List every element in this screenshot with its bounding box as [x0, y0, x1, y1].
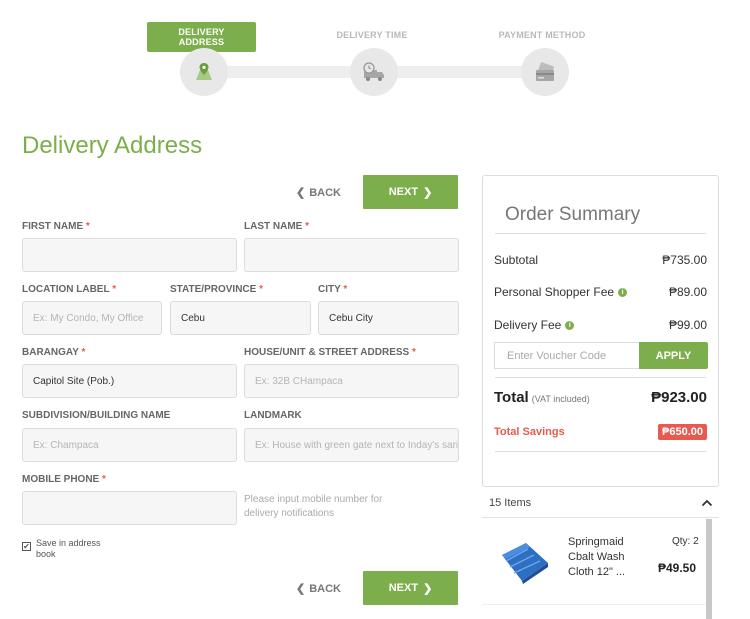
voucher-code-input[interactable]: Enter Voucher Code — [494, 342, 639, 369]
save-address-checkbox[interactable]: ✔ — [22, 542, 31, 551]
city-label: CITY * — [318, 284, 348, 295]
step-payment-method[interactable] — [521, 48, 569, 96]
item-price: ₱49.50 — [658, 561, 697, 575]
next-button-top[interactable]: NEXT ❯ — [363, 175, 458, 209]
save-address-checkbox-row[interactable]: ✔ Save in address book — [22, 538, 116, 560]
shopper-fee-value: ₱89.00 — [668, 285, 707, 299]
list-item[interactable]: Springmaid Cbalt Wash Cloth 12" ... Qty:… — [482, 519, 706, 605]
divider — [495, 451, 706, 452]
house-street-input[interactable]: Ex: 32B CHampaca — [244, 364, 459, 398]
savings-badge: ₱650.00 — [658, 424, 707, 440]
map-pin-icon — [196, 63, 212, 80]
checkout-stepper: DELIVERY ADDRESS DELIVERY TIME PAYMENT M… — [0, 0, 750, 110]
total-row: Total (VAT included) ₱923.00 — [494, 389, 707, 406]
location-label-label: LOCATION LABEL * — [22, 284, 117, 295]
mobile-phone-hint: Please input mobile number for delivery … — [244, 494, 383, 519]
item-name: Springmaid Cbalt Wash Cloth 12" ... — [568, 536, 626, 578]
credit-card-icon — [536, 62, 555, 81]
order-summary-panel: Order Summary Subtotal ₱735.00 Personal … — [482, 175, 719, 487]
product-thumbnail — [502, 543, 548, 584]
divider — [495, 233, 706, 234]
items-count: 15 Items — [489, 496, 532, 509]
delivery-fee-value: ₱99.00 — [668, 318, 707, 332]
total-label: Total — [494, 389, 529, 406]
subtotal-row: Subtotal ₱735.00 — [494, 253, 707, 267]
total-value: ₱923.00 — [651, 389, 707, 406]
landmark-label: LANDMARK — [244, 410, 302, 421]
order-summary-title: Order Summary — [505, 204, 641, 225]
delivery-fee-row: Delivery Fee i ₱99.00 — [494, 318, 707, 332]
chevron-right-icon: ❯ — [423, 582, 433, 595]
landmark-input[interactable]: Ex: House with green gate next to Inday'… — [244, 428, 459, 462]
savings-label: Total Savings — [494, 426, 565, 438]
delivery-truck-clock-icon — [363, 62, 384, 81]
chevron-up-icon — [701, 499, 713, 506]
info-icon[interactable]: i — [565, 321, 575, 331]
items-toggle[interactable]: 15 Items — [482, 488, 719, 518]
back-button-bottom[interactable]: ❮ BACK — [296, 582, 341, 596]
city-select[interactable]: Cebu City — [318, 301, 459, 335]
state-province-select[interactable]: Cebu — [170, 301, 311, 335]
info-icon[interactable]: i — [618, 288, 628, 298]
delivery-fee-label: Delivery Fee — [494, 318, 562, 332]
vat-note: (VAT included) — [531, 394, 590, 404]
divider — [495, 377, 706, 378]
next-button-label: NEXT — [388, 186, 419, 198]
step-delivery-time-label: DELIVERY TIME — [336, 30, 408, 40]
mobile-phone-input[interactable] — [22, 491, 237, 525]
page-title: Delivery Address — [22, 132, 203, 159]
house-street-label: HOUSE/UNIT & STREET ADDRESS * — [244, 347, 416, 358]
last-name-input[interactable] — [244, 238, 459, 272]
shopper-fee-label: Personal Shopper Fee — [494, 285, 615, 299]
barangay-select[interactable]: Capitol Site (Pob.) — [22, 364, 237, 398]
items-scrollbar[interactable] — [706, 519, 712, 619]
last-name-label: LAST NAME * — [244, 221, 310, 232]
shopper-fee-row: Personal Shopper Fee i ₱89.00 — [494, 285, 707, 299]
back-button-label: BACK — [309, 582, 341, 595]
apply-voucher-button[interactable]: APPLY — [639, 342, 708, 369]
barangay-label: BARANGAY * — [22, 347, 86, 358]
step-delivery-time[interactable] — [350, 48, 398, 96]
subdivision-input[interactable]: Ex: Champaca — [22, 428, 237, 462]
step-delivery-address[interactable] — [180, 48, 228, 96]
chevron-right-icon: ❯ — [423, 186, 433, 199]
subtotal-value: ₱735.00 — [662, 253, 707, 267]
state-province-label: STATE/PROVINCE * — [170, 284, 263, 295]
next-button-bottom[interactable]: NEXT ❯ — [363, 571, 458, 605]
step-payment-method-label: PAYMENT METHOD — [498, 30, 586, 40]
savings-row: Total Savings ₱650.00 — [494, 424, 707, 440]
item-qty: Qty: 2 — [672, 536, 699, 547]
chevron-left-icon: ❮ — [296, 187, 306, 199]
next-button-label: NEXT — [388, 582, 419, 594]
chevron-left-icon: ❮ — [296, 583, 306, 595]
first-name-label: FIRST NAME * — [22, 221, 90, 232]
subtotal-label: Subtotal — [494, 253, 539, 267]
first-name-input[interactable] — [22, 238, 237, 272]
mobile-phone-label: MOBILE PHONE * — [22, 474, 106, 485]
save-address-label: Save in address book — [36, 538, 101, 559]
subdivision-label: SUBDIVISION/BUILDING NAME — [22, 410, 171, 421]
back-button-label: BACK — [309, 186, 341, 199]
location-label-input[interactable]: Ex: My Condo, My Office — [22, 301, 162, 335]
back-button-top[interactable]: ❮ BACK — [296, 186, 341, 200]
